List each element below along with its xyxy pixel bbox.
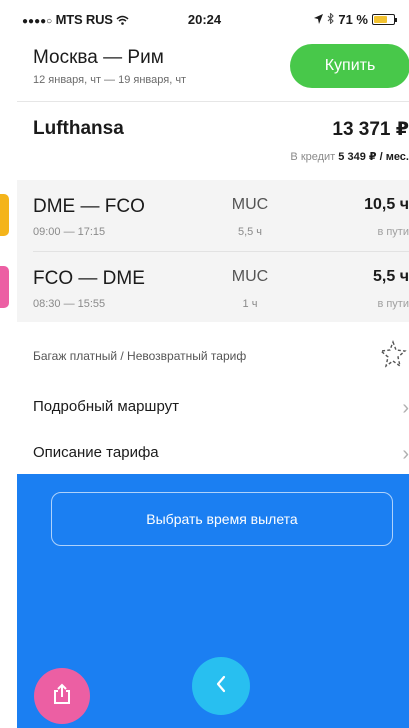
airline-name: Lufthansa [33, 118, 124, 139]
leg-route: FCO — DME [33, 268, 145, 289]
credit-amount: 5 349 ₽ / мес. [338, 151, 409, 163]
leg-stop-duration: 5,5 ч [237, 226, 263, 238]
status-bar: ●●●●○ MTS RUS 20:24 71 % [0, 0, 409, 34]
credit-label: В кредит [290, 151, 336, 163]
battery-level [374, 16, 388, 23]
leg-times: 08:30 — 15:55 [33, 298, 106, 310]
bottom-panel: Выбрать время вылета [17, 474, 409, 728]
select-departure-time-button[interactable]: Выбрать время вылета [51, 492, 393, 546]
chevron-left-icon [215, 675, 227, 698]
share-button[interactable] [34, 668, 90, 724]
flight-leg-outbound[interactable]: DME — FCO 09:00 — 17:15 MUC 5,5 ч 10,5 ч… [0, 180, 409, 250]
tariff-description-label: Описание тарифа [33, 444, 159, 461]
leg-accent-return [0, 266, 9, 308]
route-dates: 12 января, чт — 19 января, чт [33, 74, 187, 86]
ticket-card: Москва — Рим 12 января, чт — 19 января, … [0, 34, 409, 475]
offer-summary: Lufthansa 13 371 ₽ В кредит 5 349 ₽ / ме… [17, 102, 409, 180]
ticket-price: 13 371 ₽ [332, 119, 409, 140]
chevron-right-icon: › [402, 397, 409, 419]
back-button[interactable] [192, 657, 250, 715]
leg-stop-airport: MUC [231, 268, 269, 285]
route-details-label: Подробный маршрут [33, 398, 180, 415]
leg-stop-duration: 1 ч [242, 298, 258, 310]
leg-duration: 10,5 ч [364, 196, 409, 213]
leg-route: DME — FCO [33, 196, 145, 217]
flight-legs: DME — FCO 09:00 — 17:15 MUC 5,5 ч 10,5 ч… [0, 180, 409, 322]
location-arrow-icon [314, 12, 324, 27]
bluetooth-icon [327, 12, 335, 27]
buy-button[interactable]: Купить [290, 44, 409, 88]
leg-times: 09:00 — 17:15 [33, 226, 106, 238]
leg-stop-airport: MUC [231, 196, 269, 213]
share-icon [52, 683, 72, 710]
star-outline-icon[interactable] [379, 340, 407, 368]
leg-duration-label: в пути [377, 226, 409, 238]
status-right: 71 % [314, 12, 397, 27]
baggage-info: Багаж платный / Невозвратный тариф [33, 349, 247, 363]
route-details-item[interactable]: Подробный маршрут › [17, 383, 409, 429]
credit-info: В кредит 5 349 ₽ / мес. [290, 150, 409, 163]
leg-duration: 5,5 ч [373, 268, 409, 285]
battery-icon [372, 14, 397, 25]
leg-accent-outbound [0, 194, 9, 236]
flight-leg-return[interactable]: FCO — DME 08:30 — 15:55 MUC 1 ч 5,5 ч в … [0, 252, 409, 322]
battery-percent: 71 % [338, 12, 368, 27]
tariff-description-item[interactable]: Описание тарифа › [17, 429, 409, 475]
leg-duration-label: в пути [377, 298, 409, 310]
chevron-right-icon: › [402, 443, 409, 465]
route-title: Москва — Рим [33, 47, 164, 68]
route-header: Москва — Рим 12 января, чт — 19 января, … [17, 34, 409, 102]
